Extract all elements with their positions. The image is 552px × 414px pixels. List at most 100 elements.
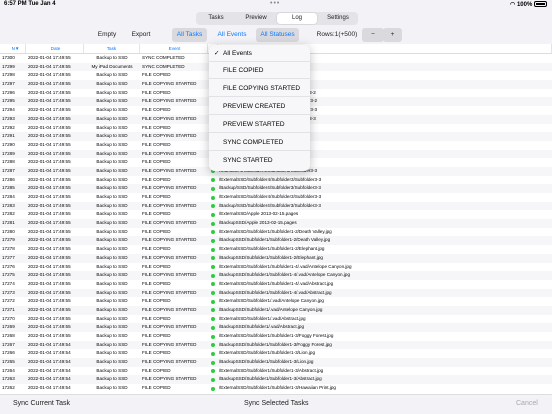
cell-number: 17274	[2, 280, 15, 286]
cell-path: /Backup/SSD/Subfolder4/Subfolder3/Subfol…	[219, 202, 321, 208]
status-ok-icon	[211, 291, 215, 296]
cell-number: 17284	[2, 194, 15, 199]
cell-task: Backup to SSD	[96, 333, 128, 338]
cell-path: /BackupSSD/Subfolder1/Subfolder1-2/Eleph…	[219, 254, 323, 260]
status-ok-icon	[211, 308, 215, 313]
cell-task: Backup to SSD	[96, 202, 128, 208]
status-bar: 6:57 PM Tue Jan 4 ••• ◠ 100%	[0, 0, 552, 10]
menu-item-sync-started[interactable]: SYNC STARTED	[209, 152, 310, 169]
cell-number: 17292	[2, 124, 15, 130]
multitask-dots-icon[interactable]: •••	[270, 0, 280, 7]
rows-decrement-button[interactable]: −	[362, 28, 384, 42]
all-events-filter-button[interactable]: All Events	[213, 28, 251, 42]
cell-date: 2022-01-04 17:49:55	[28, 115, 71, 121]
status-ok-icon	[211, 256, 215, 261]
cell-task: Backup to SSD	[96, 176, 128, 182]
table-row[interactable]: 17266 2022-01-04 17:49:54 Backup to SSD FIL…	[0, 349, 552, 358]
table-row[interactable]: 17280 2022-01-04 17:49:55 Backup to SSD FIL…	[0, 228, 552, 237]
status-ok-icon	[211, 238, 215, 243]
cell-path: /ExternalSSD/Subfolder1/Subfolder1-4/.va…	[219, 263, 352, 269]
table-row[interactable]: 17282 2022-01-04 17:49:55 Backup to SSD FIL…	[0, 210, 552, 219]
cell-status	[208, 254, 218, 263]
status-ok-icon	[211, 221, 215, 226]
column-header-event[interactable]: Event	[140, 44, 208, 53]
cell-number: 17297	[2, 81, 15, 87]
table-row[interactable]: 17275 2022-01-04 17:49:55 Backup to SSD FIL…	[0, 271, 552, 280]
cell-event: FILE COPYING STARTED	[142, 324, 197, 330]
cell-task: Backup to SSD	[96, 55, 128, 60]
cell-status	[208, 176, 218, 185]
cancel-button[interactable]: Cancel	[516, 400, 538, 407]
tab-preview[interactable]: Preview	[236, 12, 276, 25]
tab-settings[interactable]: Settings	[318, 12, 358, 25]
menu-item-sync-completed[interactable]: SYNC COMPLETED	[209, 134, 310, 151]
table-row[interactable]: 17281 2022-01-04 17:49:55 Backup to SSD FIL…	[0, 219, 552, 228]
table-row[interactable]: 17264 2022-01-04 17:49:54 Backup to SSD FIL…	[0, 367, 552, 376]
table-row[interactable]: 17286 2022-01-04 17:49:55 Backup to SSD FIL…	[0, 176, 552, 185]
tab-tasks[interactable]: Tasks	[196, 12, 236, 25]
table-row[interactable]: 17263 2022-01-04 17:49:54 Backup to SSD FIL…	[0, 375, 552, 385]
cell-status	[208, 349, 218, 358]
cell-date: 2022-01-04 17:49:55	[28, 55, 71, 60]
table-row[interactable]: 17267 2022-01-04 17:49:54 Backup to SSD FIL…	[0, 340, 552, 350]
table-row[interactable]: 17284 2022-01-04 17:49:55 Backup to SSD FIL…	[0, 193, 552, 202]
table-row[interactable]: 17262 2022-01-04 17:49:54 Backup to SSD FIL…	[0, 384, 552, 393]
cell-task: Backup to SSD	[96, 141, 128, 147]
cell-event: FILE COPYING STARTED	[142, 306, 197, 312]
menu-item-preview-started[interactable]: PREVIEW STARTED	[209, 116, 310, 133]
sync-current-task-button[interactable]: Sync Current Task	[13, 400, 70, 407]
table-row[interactable]: 17274 2022-01-04 17:49:55 Backup to SSD FIL…	[0, 280, 552, 289]
rows-increment-button[interactable]: +	[383, 28, 402, 42]
empty-button[interactable]: Empty	[92, 28, 122, 42]
column-header-n[interactable]: N▼	[0, 44, 26, 53]
cell-number: 17278	[2, 246, 15, 252]
cell-path: /BackupSSD/Apple 2013-02-15.pages	[219, 220, 297, 226]
table-row[interactable]: 17283 2022-01-04 17:49:55 Backup to SSD FIL…	[0, 201, 552, 211]
table-row[interactable]: 17273 2022-01-04 17:49:55 Backup to SSD FIL…	[0, 288, 552, 298]
all-statuses-filter-button[interactable]: All Statuses	[256, 28, 299, 42]
menu-item-preview-created[interactable]: PREVIEW CREATED	[209, 98, 310, 115]
table-row[interactable]: 17279 2022-01-04 17:49:55 Backup to SSD FIL…	[0, 236, 552, 246]
cell-task: Backup to SSD	[96, 89, 128, 95]
tab-log[interactable]: Log	[277, 13, 317, 24]
cell-date: 2022-01-04 17:49:55	[28, 315, 71, 321]
cell-task: Backup to SSD	[96, 194, 128, 199]
table-row[interactable]: 17270 2022-01-04 17:49:55 Backup to SSD FIL…	[0, 315, 552, 324]
cell-number: 17296	[2, 89, 15, 95]
table-row[interactable]: 17278 2022-01-04 17:49:55 Backup to SSD FIL…	[0, 245, 552, 254]
cell-date: 2022-01-04 17:49:55	[28, 202, 71, 208]
cell-date: 2022-01-04 17:49:55	[28, 211, 71, 217]
cell-event: FILE COPYING STARTED	[142, 220, 197, 226]
cell-date: 2022-01-04 17:49:55	[28, 298, 71, 304]
cell-status	[208, 341, 218, 350]
cell-status	[208, 193, 218, 202]
status-ok-icon	[211, 186, 215, 191]
menu-item-file-copied[interactable]: FILE COPIED	[209, 62, 310, 79]
cell-date: 2022-01-04 17:49:55	[28, 81, 71, 87]
cell-task: Backup to SSD	[96, 72, 128, 78]
export-button[interactable]: Export	[126, 28, 156, 42]
table-row[interactable]: 17276 2022-01-04 17:49:55 Backup to SSD FIL…	[0, 263, 552, 272]
cell-path: /BackupSSD/Subfolder1/Subfolder1-4/.vad/…	[219, 272, 351, 278]
cell-event: FILE COPIED	[142, 159, 171, 165]
menu-item-all-events[interactable]: ✓ All Events	[209, 45, 310, 62]
sync-selected-tasks-button[interactable]: Sync Selected Tasks	[244, 400, 308, 407]
cell-event: FILE COPIED	[142, 107, 171, 113]
table-row[interactable]: 17269 2022-01-04 17:49:55 Backup to SSD FIL…	[0, 323, 552, 332]
table-row[interactable]: 17285 2022-01-04 17:49:55 Backup to SSD FIL…	[0, 184, 552, 193]
column-header-date[interactable]: Date	[26, 44, 84, 53]
menu-item-file-copying-started[interactable]: FILE COPYING STARTED	[209, 80, 310, 97]
table-row[interactable]: 17277 2022-01-04 17:49:55 Backup to SSD FIL…	[0, 253, 552, 263]
cell-path: /ExternalSSD/Subfolder1/.vad/Antelope Ca…	[219, 298, 324, 304]
cell-status	[208, 332, 218, 341]
cell-task: Backup to SSD	[96, 315, 128, 321]
column-header-task[interactable]: Task	[84, 44, 140, 53]
all-tasks-filter-button[interactable]: All Tasks	[172, 28, 207, 42]
cell-path: /BackupSSD/Subfolder1/.vad/Abstract.jpg	[219, 324, 305, 330]
table-row[interactable]: 17265 2022-01-04 17:49:54 Backup to SSD FIL…	[0, 358, 552, 367]
cell-number: 17268	[2, 333, 15, 338]
cell-event: FILE COPIED	[142, 263, 171, 269]
table-row[interactable]: 17272 2022-01-04 17:49:55 Backup to SSD FIL…	[0, 297, 552, 306]
table-row[interactable]: 17271 2022-01-04 17:49:55 Backup to SSD FIL…	[0, 305, 552, 315]
table-row[interactable]: 17268 2022-01-04 17:49:55 Backup to SSD FIL…	[0, 332, 552, 341]
